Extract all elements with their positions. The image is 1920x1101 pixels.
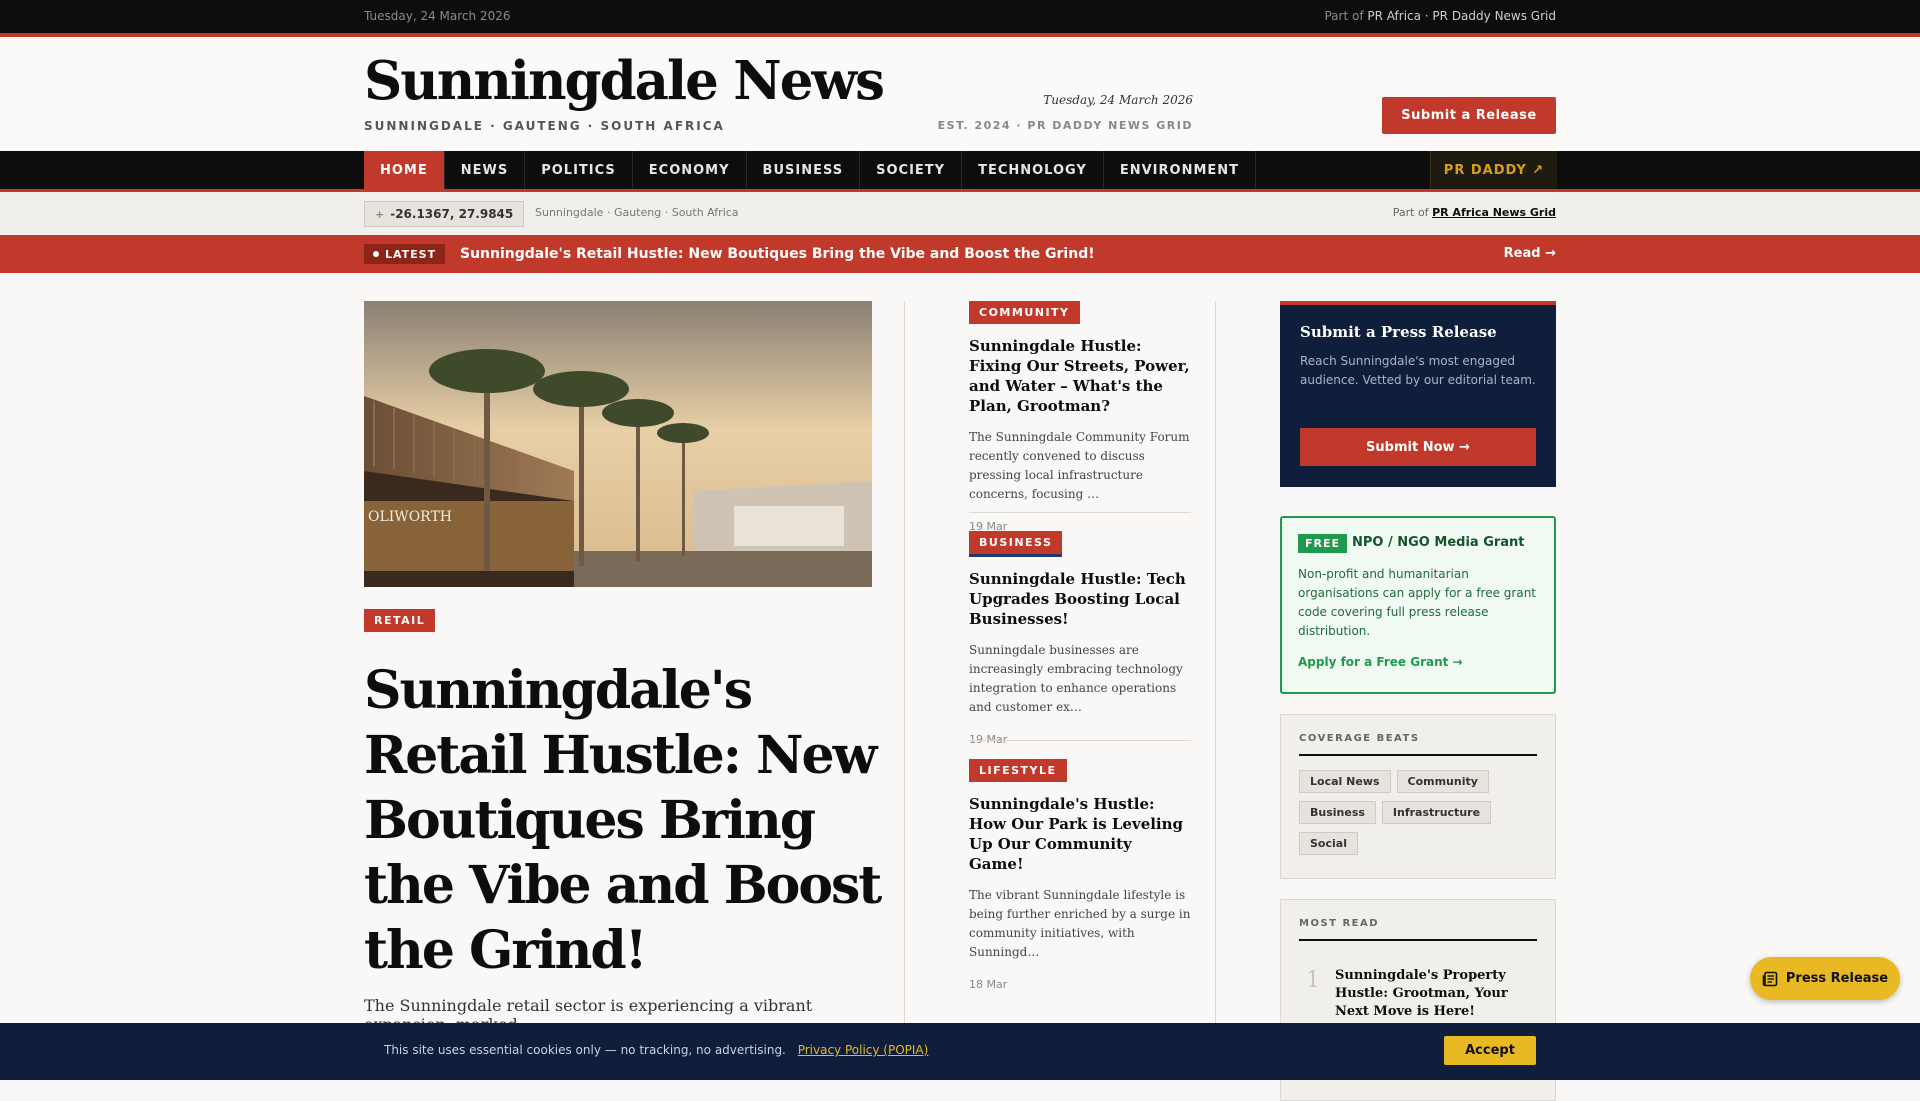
nav-item-home[interactable]: HOME xyxy=(364,151,445,189)
story-excerpt: The Sunningdale Community Forum recently… xyxy=(969,430,1190,501)
press-release-fab-label: Press Release xyxy=(1785,971,1889,986)
top-bar: Tuesday, 24 March 2026 Part of PR Africa… xyxy=(0,0,1920,37)
hero-category[interactable]: RETAIL xyxy=(364,609,436,632)
latest-ticker: LATEST Sunningdale's Retail Hustle: New … xyxy=(0,235,1920,273)
story-separator xyxy=(969,740,1191,741)
nav-item-environment[interactable]: ENVIRONMENT xyxy=(1104,151,1257,189)
hero-photo-illustration: OLIWORTH xyxy=(364,301,872,587)
masthead: Sunningdale News SUNNINGDALE · GAUTENG ·… xyxy=(0,37,1920,151)
story-category-tag[interactable]: BUSINESS xyxy=(969,531,1063,557)
cookie-accept-button[interactable]: Accept xyxy=(1444,1036,1536,1065)
grant-title: NPO / NGO Media Grant xyxy=(1352,535,1525,550)
top-network: Part of PR Africa · PR Daddy News Grid xyxy=(1324,9,1556,23)
apply-grant-link[interactable]: Apply for a Free Grant → xyxy=(1298,655,1463,669)
nav-item-politics[interactable]: POLITICS xyxy=(525,151,633,189)
hero-title[interactable]: Sunningdale's Retail Hustle: New Boutiqu… xyxy=(364,658,884,983)
story-card[interactable]: LIFESTYLE Sunningdale's Hustle: How Our … xyxy=(969,759,1191,991)
location-pin-icon: + xyxy=(375,207,385,221)
latest-badge-label: LATEST xyxy=(385,247,437,261)
nav-item-economy[interactable]: ECONOMY xyxy=(633,151,747,189)
submit-release-button[interactable]: Submit a Release xyxy=(1382,97,1556,134)
beat-chip-community[interactable]: Community xyxy=(1396,770,1489,793)
coordinates-badge: + -26.1367, 27.9845 xyxy=(364,201,525,227)
location-part-prefix: Part of xyxy=(1392,206,1429,219)
site-tagline: SUNNINGDALE · GAUTENG · SOUTH AFRICA xyxy=(364,119,725,133)
main-nav: HOME NEWS POLITICS ECONOMY BUSINESS SOCI… xyxy=(0,151,1920,192)
story-title[interactable]: Sunningdale Hustle: Tech Upgrades Boosti… xyxy=(969,569,1191,629)
location-bar: + -26.1367, 27.9845 Sunningdale · Gauten… xyxy=(0,192,1920,236)
nav-pr-daddy-link[interactable]: PR DADDY ↗ xyxy=(1430,151,1557,189)
story-title[interactable]: Sunningdale's Hustle: How Our Park is Le… xyxy=(969,794,1191,874)
live-dot-icon xyxy=(373,251,379,257)
free-badge: FREE xyxy=(1298,534,1348,553)
hero-category-tag[interactable]: RETAIL xyxy=(364,609,436,632)
most-read-rank: 1 xyxy=(1306,968,1320,993)
nav-item-technology[interactable]: TECHNOLOGY xyxy=(962,151,1104,189)
masthead-date: Tuesday, 24 March 2026 xyxy=(1043,93,1193,107)
hero-image[interactable]: OLIWORTH xyxy=(364,301,872,587)
press-release-box: Submit a Press Release Reach Sunningdale… xyxy=(1280,301,1556,487)
top-part-prefix: Part of xyxy=(1324,9,1364,23)
masthead-est: EST. 2024 · PR DADDY NEWS GRID xyxy=(937,119,1193,132)
beat-chip-business[interactable]: Business xyxy=(1299,801,1376,824)
story-separator xyxy=(969,512,1191,513)
submit-now-button[interactable]: Submit Now → xyxy=(1300,428,1536,466)
ticker-read-link[interactable]: Read → xyxy=(1504,246,1556,261)
story-category-tag[interactable]: COMMUNITY xyxy=(969,301,1080,324)
ngo-grant-box: FREE NPO / NGO Media Grant Non-profit an… xyxy=(1280,516,1556,694)
cookie-banner: This site uses essential cookies only — … xyxy=(0,1023,1920,1080)
grant-text: Non-profit and humanitarian organisation… xyxy=(1298,567,1537,638)
story-card[interactable]: COMMUNITY Sunningdale Hustle: Fixing Our… xyxy=(969,301,1191,533)
pr-africa-grid-link[interactable]: PR Africa News Grid xyxy=(1432,206,1556,219)
top-network-links[interactable]: PR Africa · PR Daddy News Grid xyxy=(1367,9,1556,23)
story-excerpt: The vibrant Sunningdale lifestyle is bei… xyxy=(969,888,1191,959)
nav-item-society[interactable]: SOCIETY xyxy=(860,151,963,189)
newspaper-icon xyxy=(1762,971,1778,986)
most-read-title[interactable]: Sunningdale's Property Hustle: Grootman,… xyxy=(1335,967,1535,1021)
nav-item-news[interactable]: NEWS xyxy=(445,151,526,189)
story-category-tag[interactable]: LIFESTYLE xyxy=(969,759,1067,782)
press-release-fab[interactable]: Press Release xyxy=(1750,957,1900,1000)
top-date: Tuesday, 24 March 2026 xyxy=(364,9,511,23)
hero-image-sign: OLIWORTH xyxy=(368,509,452,525)
site-logo[interactable]: Sunningdale News xyxy=(364,55,885,108)
press-box-title: Submit a Press Release xyxy=(1300,323,1497,341)
story-date: 18 Mar xyxy=(969,978,1008,991)
nav-item-business[interactable]: BUSINESS xyxy=(747,151,861,189)
story-card[interactable]: BUSINESS Sunningdale Hustle: Tech Upgrad… xyxy=(969,531,1191,746)
location-name: Sunningdale · Gauteng · South Africa xyxy=(535,206,739,219)
column-divider xyxy=(904,301,905,1023)
most-read-heading: MOST READ xyxy=(1299,918,1537,941)
coordinates-text: -26.1367, 27.9845 xyxy=(390,207,514,221)
beat-chip-infrastructure[interactable]: Infrastructure xyxy=(1381,801,1492,824)
cookie-text: This site uses essential cookies only — … xyxy=(384,1043,786,1057)
privacy-policy-link[interactable]: Privacy Policy (POPIA) xyxy=(798,1043,929,1057)
beat-chip-social[interactable]: Social xyxy=(1299,832,1358,855)
coverage-beats-box: COVERAGE BEATS Local News Community Busi… xyxy=(1280,714,1556,879)
story-excerpt: Sunningdale businesses are increasingly … xyxy=(969,643,1183,714)
nav-items: HOME NEWS POLITICS ECONOMY BUSINESS SOCI… xyxy=(364,151,1257,189)
coverage-beats-heading: COVERAGE BEATS xyxy=(1299,733,1537,756)
column-divider xyxy=(1215,301,1216,1023)
beat-chips: Local News Community Business Infrastruc… xyxy=(1299,770,1539,863)
location-network: Part of PR Africa News Grid xyxy=(1393,206,1556,219)
cookie-text-wrap: This site uses essential cookies only — … xyxy=(384,1043,928,1057)
beat-chip-local-news[interactable]: Local News xyxy=(1299,770,1391,793)
ticker-headline[interactable]: Sunningdale's Retail Hustle: New Boutiqu… xyxy=(460,246,1095,262)
story-title[interactable]: Sunningdale Hustle: Fixing Our Streets, … xyxy=(969,336,1191,416)
press-box-text: Reach Sunningdale's most engaged audienc… xyxy=(1300,354,1536,387)
latest-badge: LATEST xyxy=(364,244,446,264)
